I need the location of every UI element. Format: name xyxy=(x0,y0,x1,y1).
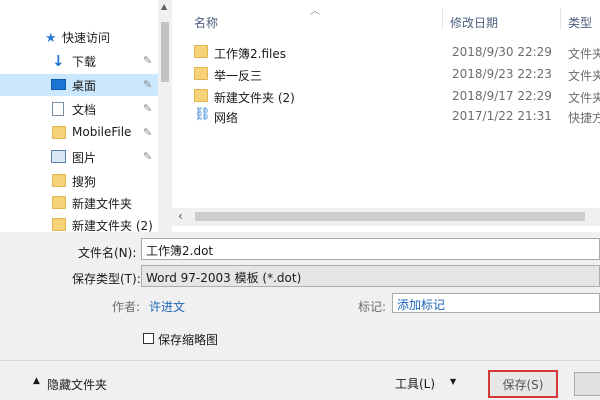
hide-folders-toggle[interactable]: 隐藏文件夹 xyxy=(47,376,107,393)
folder-icon xyxy=(52,126,66,139)
nav-mobilefile[interactable]: MobileFile ✎ xyxy=(0,122,158,144)
file-name: 工作簿2.files xyxy=(214,47,286,61)
file-name: 网络 xyxy=(214,111,239,125)
file-row[interactable]: 举一反三 2018/9/23 22:23 文件夹 xyxy=(190,64,600,84)
file-type: 快捷方 xyxy=(568,111,600,125)
filetype-select[interactable]: Word 97-2003 模板 (*.dot) xyxy=(141,265,600,287)
tools-menu-label[interactable]: 工具(L) xyxy=(395,375,435,392)
nav-new-folder-2[interactable]: 新建文件夹 (2) xyxy=(0,214,158,232)
pin-icon: ✎ xyxy=(143,54,153,67)
nav-pictures[interactable]: 图片 ✎ xyxy=(0,146,158,168)
author-value[interactable]: 许进文 xyxy=(149,298,185,315)
save-options-panel: 文件名(N): 工作簿2.dot 保存类型(T): Word 97-2003 模… xyxy=(0,232,600,400)
thumbnail-label: 保存缩略图 xyxy=(158,333,219,347)
pictures-icon xyxy=(51,150,66,163)
file-type: 文件夹 xyxy=(568,47,600,61)
column-header-name[interactable]: 名称 xyxy=(194,14,218,31)
file-row[interactable]: 新建文件夹 (2) 2018/9/17 22:29 文件夹 xyxy=(190,86,600,106)
column-header-date[interactable]: 修改日期 xyxy=(450,14,498,31)
nav-item-label: 新建文件夹 (2) xyxy=(72,219,153,232)
scroll-left-arrow-icon[interactable]: ‹ xyxy=(178,209,183,223)
folder-icon xyxy=(52,174,66,187)
tags-label: 标记: xyxy=(358,300,387,314)
file-list: ︿ 名称 修改日期 类型 工作簿2.files 2018/9/30 22:29 … xyxy=(172,0,600,232)
nav-item-label: 桌面 xyxy=(72,79,97,93)
navigation-pane: ★ 快速访问 ↓ 下载 ✎ 桌面 ✎ 文档 ✎ MobileFile ✎ 图片 … xyxy=(0,0,172,232)
nav-item-label: 下载 xyxy=(72,55,97,69)
folder-icon xyxy=(52,196,66,209)
scroll-up-arrow-icon[interactable]: ▲ xyxy=(161,2,167,11)
filename-input[interactable]: 工作簿2.dot xyxy=(141,238,600,260)
folder-icon xyxy=(194,89,208,102)
nav-downloads[interactable]: ↓ 下载 ✎ xyxy=(0,50,158,72)
nav-item-label: 搜狗 xyxy=(72,175,97,189)
filetype-label: 保存类型(T): xyxy=(72,272,141,286)
nav-scroll-thumb[interactable] xyxy=(161,22,169,82)
nav-item-label: 新建文件夹 xyxy=(72,197,133,211)
divider xyxy=(0,360,600,361)
author-label: 作者: xyxy=(112,300,141,314)
pin-icon: ✎ xyxy=(143,126,153,139)
star-icon: ★ xyxy=(45,31,57,46)
folder-icon xyxy=(52,218,66,231)
desktop-icon xyxy=(51,79,66,90)
pin-icon: ✎ xyxy=(143,150,153,163)
nav-new-folder[interactable]: 新建文件夹 xyxy=(0,192,158,214)
column-divider[interactable] xyxy=(442,8,443,30)
download-arrow-icon: ↓ xyxy=(52,52,65,70)
nav-item-label: 快速访问 xyxy=(62,31,111,45)
column-header-type[interactable]: 类型 xyxy=(568,14,592,31)
nav-item-label: MobileFile xyxy=(72,125,132,139)
nav-sogou[interactable]: 搜狗 xyxy=(0,170,158,192)
folder-icon xyxy=(194,45,208,58)
column-divider[interactable] xyxy=(560,8,561,30)
nav-item-label: 文档 xyxy=(72,103,97,117)
nav-desktop[interactable]: 桌面 ✎ xyxy=(0,74,158,96)
nav-quick-access[interactable]: ★ 快速访问 xyxy=(0,26,158,48)
horizontal-scroll-thumb[interactable] xyxy=(195,212,585,221)
filename-label: 文件名(N): xyxy=(78,246,137,260)
pin-icon: ✎ xyxy=(143,102,153,115)
sort-ascending-icon: ︿ xyxy=(310,6,320,17)
file-type: 文件夹 xyxy=(568,69,600,83)
save-button[interactable]: 保存(S) xyxy=(488,370,558,398)
file-type: 文件夹 xyxy=(568,91,600,105)
file-name: 新建文件夹 (2) xyxy=(214,91,295,105)
file-name: 举一反三 xyxy=(214,69,263,83)
document-icon xyxy=(52,102,64,116)
file-row[interactable]: 工作簿2.files 2018/9/30 22:29 文件夹 xyxy=(190,42,600,62)
nav-item-label: 图片 xyxy=(72,151,97,165)
pin-icon: ✎ xyxy=(143,78,153,91)
file-date: 2018/9/30 22:29 xyxy=(452,45,552,59)
chevron-up-icon[interactable]: ▲ xyxy=(33,376,40,386)
thumbnail-checkbox[interactable] xyxy=(143,333,154,344)
save-button-label: 保存(S) xyxy=(502,377,544,392)
network-shortcut-icon: ⛓ xyxy=(194,107,211,122)
cancel-button[interactable] xyxy=(574,372,600,396)
file-row[interactable]: ⛓ 网络 2017/1/22 21:31 快捷方 xyxy=(190,106,600,126)
folder-icon xyxy=(194,67,208,80)
chevron-down-icon[interactable]: ▼ xyxy=(450,377,456,386)
tags-input[interactable]: 添加标记 xyxy=(392,293,600,313)
file-date: 2018/9/23 22:23 xyxy=(452,67,552,81)
file-date: 2017/1/22 21:31 xyxy=(452,109,552,123)
nav-documents[interactable]: 文档 ✎ xyxy=(0,98,158,120)
file-date: 2018/9/17 22:29 xyxy=(452,89,552,103)
